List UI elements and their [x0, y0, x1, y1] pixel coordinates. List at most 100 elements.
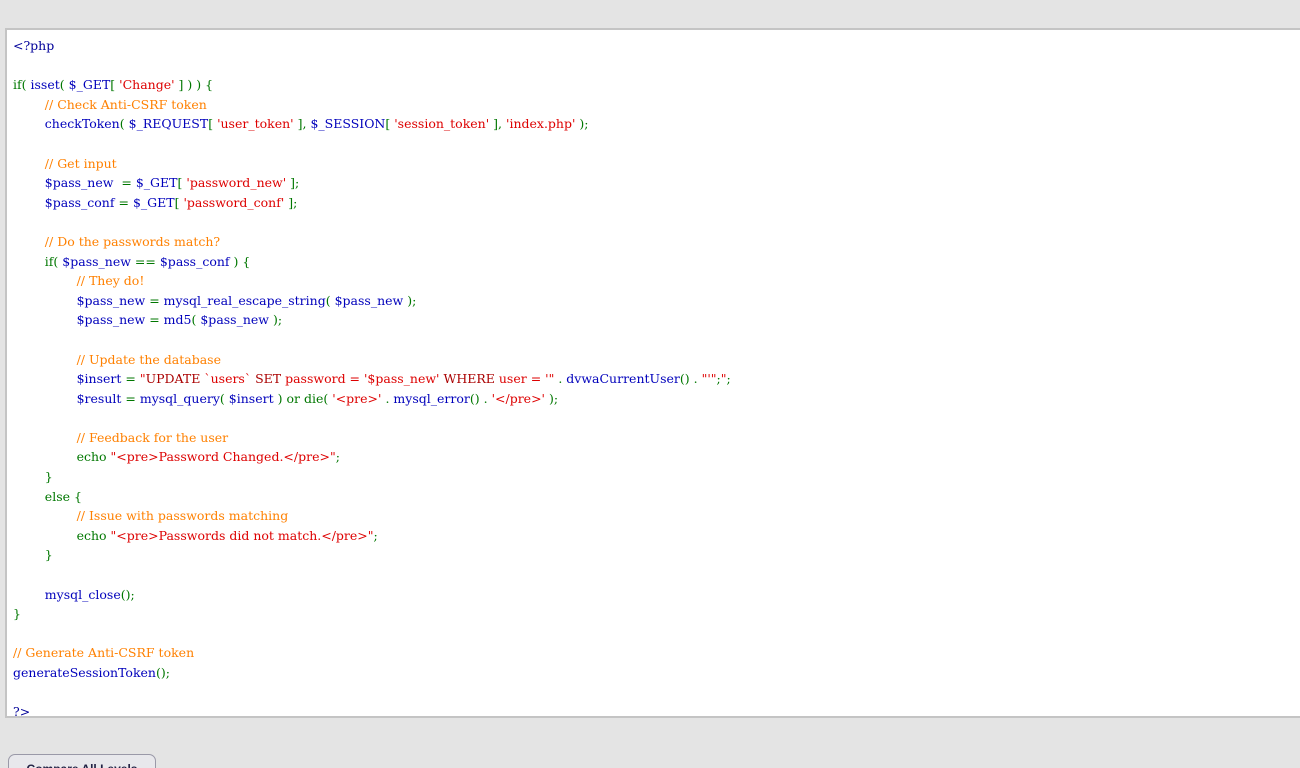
code-token-var: $insert [228, 390, 274, 406]
code-token-kw: ; [412, 292, 417, 308]
code-token-str: `users` [200, 371, 256, 387]
code-token-kw: ; [130, 586, 135, 602]
code-token-kw: ; [335, 449, 340, 465]
code-token-op: = [125, 371, 136, 387]
code-token-tag: ?> [13, 704, 31, 718]
code-token-str: 'Change' [119, 77, 175, 93]
code-token-var: $pass_conf [159, 253, 230, 269]
code-line: $result = mysql_query( $insert ) or die(… [13, 390, 559, 406]
code-token-kw: ; [277, 312, 283, 328]
code-token-str: "'" [701, 371, 717, 387]
code-token-kw: echo [76, 449, 107, 465]
code-token-str: 'user_token' [217, 116, 294, 132]
code-token-var: $pass_new [62, 253, 131, 269]
code-token-var: $_REQUEST [128, 116, 209, 132]
code-line: $pass_new = mysql_real_escape_string( $p… [13, 292, 417, 308]
code-token-var: $pass_new [76, 312, 146, 328]
code-token-var: $_GET [132, 194, 175, 210]
code-token-kw: ; [373, 527, 378, 543]
code-token-cmt: // They do! [76, 273, 145, 289]
code-token-kw: else [44, 488, 71, 504]
code-token-str: 'password_new' [186, 175, 287, 191]
code-line: // Feedback for the user [13, 429, 229, 445]
code-line: if( $pass_new == $pass_conf ) { [13, 253, 251, 269]
code-line: echo "<pre>Passwords did not match.</pre… [13, 528, 378, 543]
code-token-cmt: // Issue with passwords matching [76, 508, 289, 524]
code-token-kw: ; [726, 371, 731, 387]
code-token-str: user = '" [494, 371, 555, 387]
code-token-kw: ; [553, 390, 559, 406]
compare-all-levels-button[interactable]: Compare All Levels [8, 754, 156, 768]
code-token-kw: } [13, 606, 21, 622]
code-line: $insert = "UPDATE `users` SET password =… [13, 371, 731, 386]
code-token-var: $pass_new [76, 292, 146, 308]
code-line: ?> [13, 704, 31, 718]
code-token-var: $insert [76, 371, 122, 387]
code-token-kw: { [74, 488, 82, 504]
code-token-str: "<pre>Passwords did not match.</pre>" [110, 527, 374, 543]
code-token-str: password = '$pass_new' [281, 371, 444, 387]
code-line: // Update the database [13, 352, 221, 367]
source-code-listing: <?php if( isset( $_GET[ 'Change' ] ) ) {… [7, 30, 1300, 718]
code-token-kw: if [13, 77, 22, 93]
code-token-kw: { [242, 253, 251, 269]
code-line: mysql_close(); [13, 587, 135, 602]
code-token-var: isset [30, 77, 60, 93]
code-line: } [13, 469, 53, 484]
code-token-var: $_GET [135, 175, 178, 191]
code-line: // Do the passwords match? [13, 234, 220, 249]
code-token-cmt: // Feedback for the user [76, 429, 229, 445]
code-line: <?php [13, 38, 54, 53]
code-token-var: mysql_query [139, 390, 220, 406]
code-token-str: 'session_token' [394, 116, 490, 132]
code-token-cmt: // Update the database [76, 351, 221, 367]
code-line: $pass_new = md5( $pass_new ); [13, 312, 283, 328]
code-token-var: $result [76, 390, 122, 406]
code-line: checkToken( $_REQUEST[ 'user_token' ], $… [13, 116, 589, 131]
code-line: generateSessionToken(); [13, 665, 170, 680]
code-line: // Get input [13, 156, 117, 171]
code-line: $pass_new = $_GET[ 'password_new' ]; [13, 175, 299, 190]
code-token-kw: ; [165, 665, 170, 680]
code-token-op: = [149, 312, 160, 328]
code-token-var: md5 [163, 312, 192, 328]
code-token-sql: SET [255, 371, 282, 387]
code-line: } [13, 606, 21, 621]
code-token-var: generateSessionToken [13, 665, 156, 680]
code-line: if( isset( $_GET[ 'Change' ] ) ) { [13, 77, 213, 92]
code-token-var: $pass_conf [44, 194, 115, 210]
code-token-var: dvwaCurrentUser [566, 371, 680, 387]
code-token-cmt: // Check Anti-CSRF token [44, 96, 207, 112]
code-token-tag: <?php [13, 38, 55, 53]
code-token-op: = [149, 292, 160, 308]
code-token-kw: } [44, 547, 53, 563]
code-token-op: = [125, 390, 136, 406]
code-line: } [13, 547, 53, 562]
code-token-cmt: // Get input [44, 155, 117, 171]
code-token-str: 'password_conf' [183, 194, 285, 210]
code-token-var: mysql_error [393, 390, 470, 406]
code-token-kw: die [303, 390, 324, 406]
code-token-str: '<pre>' [332, 390, 382, 406]
code-line: $pass_conf = $_GET[ 'password_conf' ]; [13, 194, 298, 210]
code-line: // Check Anti-CSRF token [13, 97, 207, 112]
code-token-var: $pass_new [334, 292, 404, 308]
code-line: // They do! [13, 273, 145, 289]
source-code-box: <?php if( isset( $_GET[ 'Change' ] ) ) {… [5, 28, 1300, 718]
code-token-sql: UPDATE [145, 371, 201, 387]
code-line: echo "<pre>Password Changed.</pre>"; [13, 449, 340, 464]
code-token-str: '</pre>' [491, 390, 545, 406]
code-token-sql: WHERE [443, 371, 495, 387]
code-token-cmt: // Do the passwords match? [44, 233, 221, 249]
code-token-kw: echo [76, 527, 107, 543]
code-token-op: = [118, 194, 129, 210]
code-token-kw: { [205, 77, 214, 93]
code-token-var: checkToken [44, 116, 120, 132]
code-token-var: $pass_new [200, 312, 269, 328]
code-line: // Issue with passwords matching [13, 508, 289, 524]
code-token-str: "<pre>Password Changed.</pre>" [110, 449, 336, 465]
code-token-kw: ; [295, 175, 300, 191]
code-token-kw: or [286, 390, 300, 406]
code-token-var: mysql_close [44, 586, 121, 602]
page-viewport: <?php if( isset( $_GET[ 'Change' ] ) ) {… [0, 0, 1300, 768]
